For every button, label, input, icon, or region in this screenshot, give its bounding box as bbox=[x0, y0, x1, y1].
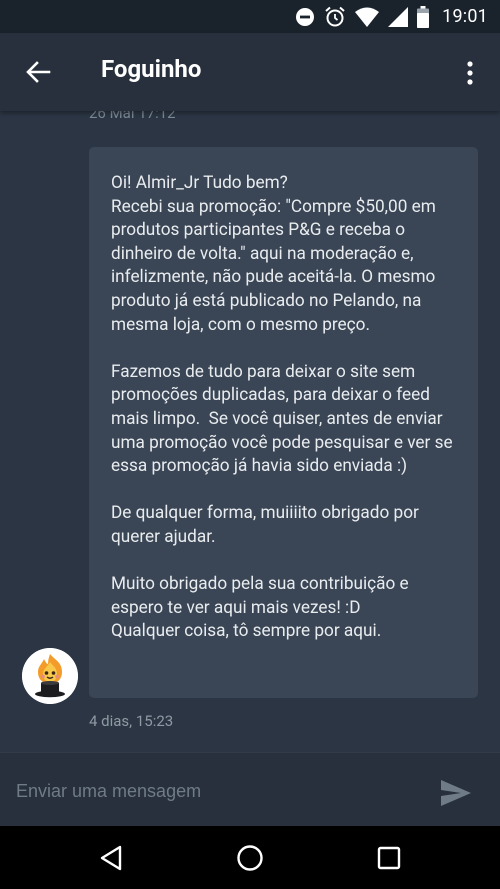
conversation-title: Foguinho bbox=[101, 55, 202, 83]
app-bar: Foguinho bbox=[0, 33, 500, 111]
recents-square-icon bbox=[377, 846, 401, 870]
message-input[interactable] bbox=[16, 777, 416, 805]
flame-mascot-top-hat-icon bbox=[22, 648, 78, 704]
avatar[interactable] bbox=[22, 648, 78, 704]
battery-icon bbox=[417, 5, 430, 28]
alarm-icon bbox=[325, 6, 345, 26]
home-circle-icon bbox=[237, 845, 263, 871]
back-button[interactable] bbox=[14, 48, 62, 96]
do-not-disturb-icon bbox=[296, 7, 315, 26]
wifi-icon bbox=[355, 7, 380, 27]
status-time: 19:01 bbox=[442, 6, 488, 27]
arrow-left-icon bbox=[26, 61, 51, 83]
signal-icon bbox=[388, 6, 409, 27]
system-recents-button[interactable] bbox=[369, 838, 409, 878]
status-bar: 19:01 bbox=[0, 0, 500, 33]
back-triangle-icon bbox=[100, 845, 122, 871]
more-options-button[interactable] bbox=[452, 52, 488, 94]
system-navigation-bar bbox=[0, 826, 500, 889]
message-bubble[interactable]: Oi! Almir_Jr Tudo bem? Recebi sua promoç… bbox=[89, 147, 478, 698]
system-back-button[interactable] bbox=[91, 838, 131, 878]
send-icon bbox=[441, 780, 471, 806]
message-composer bbox=[0, 752, 500, 826]
more-vertical-icon bbox=[467, 61, 473, 85]
send-button[interactable] bbox=[436, 777, 476, 809]
system-home-button[interactable] bbox=[230, 838, 270, 878]
message-timestamp: 4 dias, 15:23 bbox=[89, 712, 174, 730]
